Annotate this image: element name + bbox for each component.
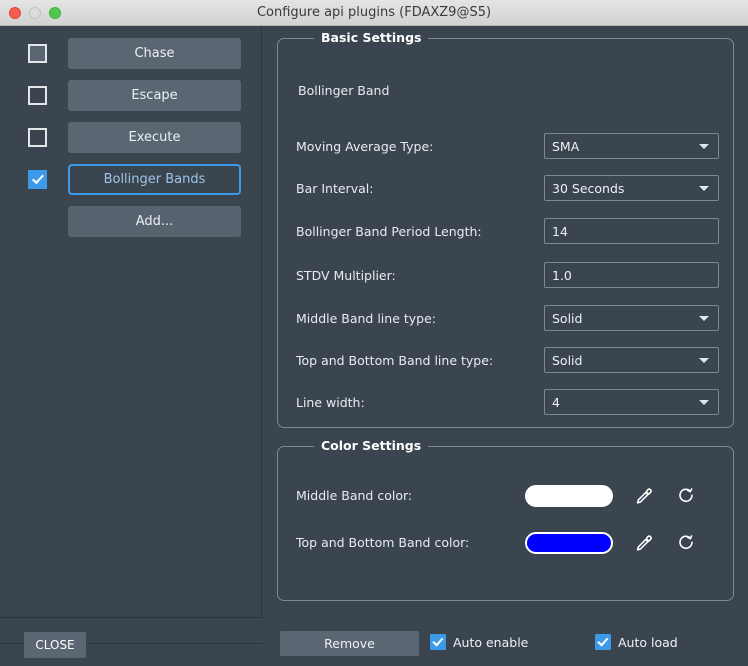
plugin-checkbox-bollinger-bands[interactable] bbox=[28, 170, 47, 189]
row-line-width: Line width: 4 bbox=[278, 388, 735, 416]
plugin-row-execute: Execute bbox=[0, 120, 262, 154]
dropdown-line-width-value: 4 bbox=[552, 395, 560, 410]
plugin-list-panel: Chase Escape Execute Bollinger Bands Add… bbox=[0, 26, 262, 618]
settings-panel: Basic Settings Bollinger Band Moving Ave… bbox=[263, 26, 748, 666]
auto-enable-checkmark-icon bbox=[430, 634, 446, 650]
input-period-length[interactable]: 14 bbox=[544, 218, 719, 244]
plugin-checkbox-chase[interactable] bbox=[28, 44, 47, 63]
chevron-down-icon bbox=[699, 316, 709, 321]
label-bar-interval: Bar Interval: bbox=[296, 181, 373, 196]
auto-enable-label: Auto enable bbox=[453, 635, 528, 650]
plugin-button-execute[interactable]: Execute bbox=[68, 122, 241, 153]
chevron-down-icon bbox=[699, 144, 709, 149]
dropdown-middle-band-line-type-value: Solid bbox=[552, 311, 582, 326]
label-stdv-multiplier: STDV Multiplier: bbox=[296, 268, 396, 283]
label-middle-band-color: Middle Band color: bbox=[296, 488, 412, 503]
bottom-action-bar: Remove Auto enable Auto load bbox=[263, 618, 748, 666]
auto-enable-checkbox[interactable]: Auto enable bbox=[430, 634, 528, 650]
plugin-button-escape[interactable]: Escape bbox=[68, 80, 241, 111]
row-middle-band-color: Middle Band color: bbox=[278, 482, 735, 512]
plugin-button-chase[interactable]: Chase bbox=[68, 38, 241, 69]
eyedropper-icon-top-bottom-band[interactable] bbox=[632, 531, 656, 555]
reset-icon-top-bottom-band[interactable] bbox=[674, 531, 698, 555]
add-plugin-button[interactable]: Add... bbox=[68, 206, 241, 237]
color-swatch-middle-band[interactable] bbox=[525, 485, 613, 507]
dropdown-bar-interval[interactable]: 30 Seconds bbox=[544, 175, 719, 201]
input-stdv-multiplier[interactable]: 1.0 bbox=[544, 262, 719, 288]
label-top-bottom-band-color: Top and Bottom Band color: bbox=[296, 535, 469, 550]
label-moving-average-type: Moving Average Type: bbox=[296, 139, 433, 154]
basic-settings-group: Basic Settings Bollinger Band Moving Ave… bbox=[277, 38, 734, 428]
row-middle-band-line-type: Middle Band line type: Solid bbox=[278, 304, 735, 332]
row-stdv-multiplier: STDV Multiplier: 1.0 bbox=[278, 261, 735, 289]
dropdown-moving-average-type-value: SMA bbox=[552, 139, 579, 154]
chevron-down-icon bbox=[699, 358, 709, 363]
row-moving-average-type: Moving Average Type: SMA bbox=[278, 132, 735, 160]
plugin-name-label: Bollinger Band bbox=[298, 83, 389, 98]
close-button[interactable]: CLOSE bbox=[24, 632, 86, 658]
basic-settings-title: Basic Settings bbox=[314, 30, 428, 45]
chevron-down-icon bbox=[699, 400, 709, 405]
remove-button[interactable]: Remove bbox=[280, 631, 419, 656]
plugin-checkbox-escape[interactable] bbox=[28, 86, 47, 105]
row-top-bottom-band-color: Top and Bottom Band color: bbox=[278, 529, 735, 559]
chevron-down-icon bbox=[699, 186, 709, 191]
plugin-row-chase: Chase bbox=[0, 36, 262, 70]
dropdown-bar-interval-value: 30 Seconds bbox=[552, 181, 624, 196]
label-top-bottom-band-line-type: Top and Bottom Band line type: bbox=[296, 353, 493, 368]
input-period-length-value: 14 bbox=[552, 224, 568, 239]
eyedropper-icon-middle-band[interactable] bbox=[632, 484, 656, 508]
dropdown-middle-band-line-type[interactable]: Solid bbox=[544, 305, 719, 331]
row-period-length: Bollinger Band Period Length: 14 bbox=[278, 217, 735, 245]
auto-load-checkbox[interactable]: Auto load bbox=[595, 634, 678, 650]
color-settings-title: Color Settings bbox=[314, 438, 428, 453]
dropdown-moving-average-type[interactable]: SMA bbox=[544, 133, 719, 159]
plugin-row-add: Add... bbox=[0, 204, 262, 238]
plugin-checkbox-execute[interactable] bbox=[28, 128, 47, 147]
plugin-button-bollinger-bands[interactable]: Bollinger Bands bbox=[68, 164, 241, 195]
row-bar-interval: Bar Interval: 30 Seconds bbox=[278, 174, 735, 202]
input-stdv-multiplier-value: 1.0 bbox=[552, 268, 572, 283]
dropdown-line-width[interactable]: 4 bbox=[544, 389, 719, 415]
dropdown-top-bottom-band-line-type-value: Solid bbox=[552, 353, 582, 368]
plugin-row-escape: Escape bbox=[0, 78, 262, 112]
label-period-length: Bollinger Band Period Length: bbox=[296, 224, 482, 239]
window-title: Configure api plugins (FDAXZ9@S5) bbox=[0, 0, 748, 26]
row-top-bottom-band-line-type: Top and Bottom Band line type: Solid bbox=[278, 346, 735, 374]
reset-icon-middle-band[interactable] bbox=[674, 484, 698, 508]
auto-load-checkmark-icon bbox=[595, 634, 611, 650]
color-swatch-top-bottom-band[interactable] bbox=[525, 532, 613, 554]
label-middle-band-line-type: Middle Band line type: bbox=[296, 311, 436, 326]
dropdown-top-bottom-band-line-type[interactable]: Solid bbox=[544, 347, 719, 373]
plugin-row-bollinger-bands: Bollinger Bands bbox=[0, 162, 262, 196]
window-titlebar: Configure api plugins (FDAXZ9@S5) bbox=[0, 0, 748, 26]
configure-plugins-window: Configure api plugins (FDAXZ9@S5) Chase … bbox=[0, 0, 748, 666]
color-settings-group: Color Settings Middle Band color: bbox=[277, 446, 734, 601]
auto-load-label: Auto load bbox=[618, 635, 678, 650]
label-line-width: Line width: bbox=[296, 395, 365, 410]
